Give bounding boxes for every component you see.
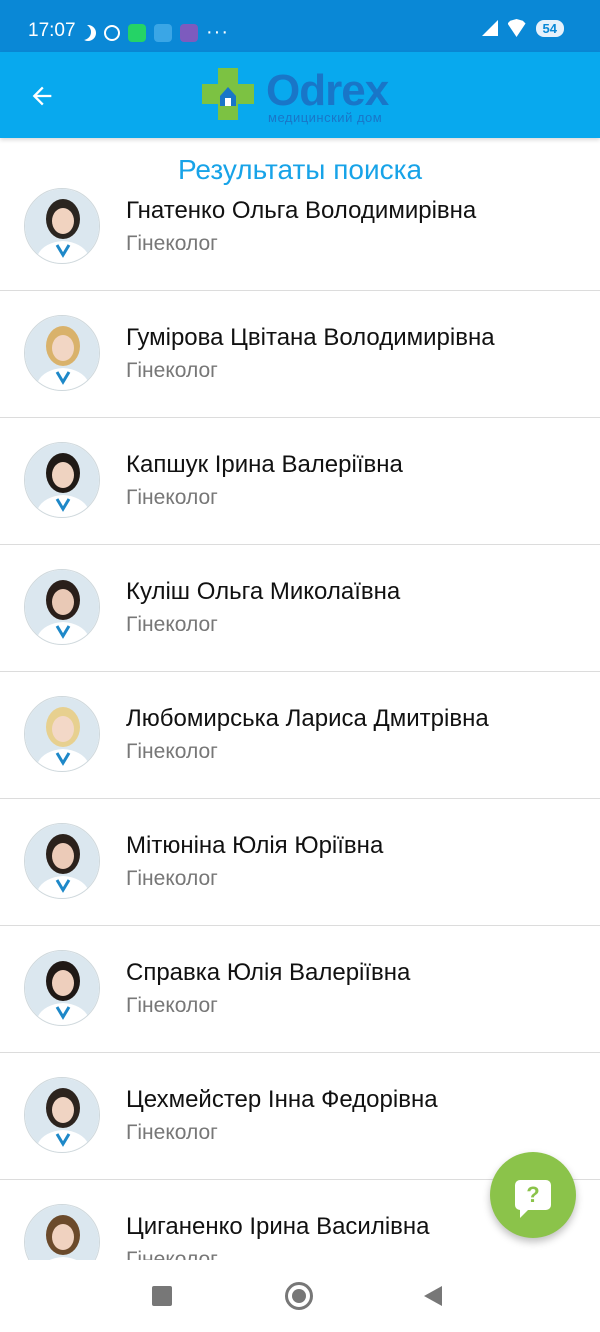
doctor-specialty: Гінеколог	[126, 613, 218, 636]
doctor-avatar	[24, 950, 100, 1026]
app-bar: Odrex медицинский дом	[0, 52, 600, 138]
nav-back-button[interactable]	[424, 1286, 442, 1306]
viber-icon	[180, 23, 198, 42]
doctor-avatar	[24, 315, 100, 391]
doctor-avatar	[24, 696, 100, 772]
logo-wordmark: Odrex	[266, 66, 389, 115]
telegram-icon	[154, 23, 172, 42]
system-icons: 54	[481, 19, 564, 37]
status-bar: 17:07 ··· 54	[0, 0, 600, 52]
back-button[interactable]	[24, 78, 60, 114]
doctor-name: Капшук Ірина Валеріївна	[126, 451, 403, 478]
doctor-list-item[interactable]: Справка Юлія Валеріївна Гінеколог	[0, 926, 600, 1053]
doctor-name: Циганенко Ірина Василівна	[126, 1213, 430, 1240]
battery-icon: 54	[535, 19, 564, 37]
home-button[interactable]	[285, 1282, 313, 1310]
doctor-avatar	[24, 442, 100, 518]
doctor-name: Цехмейстер Інна Федорівна	[126, 1086, 438, 1113]
alarm-icon	[104, 24, 120, 41]
doctor-avatar	[24, 1077, 100, 1153]
doctor-specialty: Гінеколог	[126, 359, 218, 382]
signal-icon	[481, 20, 498, 36]
doctor-specialty: Гінеколог	[126, 994, 218, 1017]
logo-subtitle: медицинский дом	[268, 110, 383, 125]
arrow-left-icon	[32, 86, 52, 106]
doctor-name: Любомирська Лариса Дмитрівна	[126, 705, 489, 732]
notification-icons: ···	[80, 21, 229, 44]
doctor-list-item[interactable]: Гумірова Цвітана Володимирівна Гінеколог	[0, 291, 600, 418]
doctor-name: Мітюніна Юлія Юріївна	[126, 832, 384, 859]
question-chat-icon: ?	[515, 1180, 551, 1218]
wifi-icon	[507, 19, 526, 37]
doctor-list-item[interactable]: Любомирська Лариса Дмитрівна Гінеколог	[0, 672, 600, 799]
doctor-name: Куліш Ольга Миколаївна	[126, 578, 401, 605]
doctor-specialty: Гінеколог	[126, 740, 218, 763]
recents-button[interactable]	[152, 1286, 172, 1306]
moon-icon	[80, 25, 96, 41]
doctor-name: Гнатенко Ольга Володимирівна	[126, 197, 477, 224]
doctor-name: Гумірова Цвітана Володимирівна	[126, 324, 495, 351]
page-title: Результаты поиска	[177, 154, 423, 185]
doctor-name: Справка Юлія Валеріївна	[126, 959, 411, 986]
status-time: 17:07	[28, 20, 76, 41]
logo-cross-icon	[202, 68, 254, 120]
doctor-specialty: Гінеколог	[126, 486, 218, 509]
doctor-specialty: Гінеколог	[126, 232, 218, 255]
doctor-avatar	[24, 569, 100, 645]
doctor-list-item[interactable]: Куліш Ольга Миколаївна Гінеколог	[0, 545, 600, 672]
doctor-list-item[interactable]: Мітюніна Юлія Юріївна Гінеколог	[0, 799, 600, 926]
more-notifications-icon: ···	[206, 21, 229, 43]
system-nav-bar	[0, 1260, 600, 1332]
whatsapp-icon	[128, 23, 146, 42]
doctor-specialty: Гінеколог	[126, 867, 218, 890]
doctor-specialty: Гінеколог	[126, 1121, 218, 1144]
help-chat-button[interactable]: ?	[490, 1152, 576, 1238]
doctor-avatar	[24, 823, 100, 899]
odrex-logo: Odrex медицинский дом	[200, 66, 410, 126]
doctor-avatar	[24, 188, 100, 264]
doctor-list-item[interactable]: Капшук Ірина Валеріївна Гінеколог	[0, 418, 600, 545]
doctor-list: Гнатенко Ольга Володимирівна Гінеколог Гум…	[0, 164, 600, 1307]
